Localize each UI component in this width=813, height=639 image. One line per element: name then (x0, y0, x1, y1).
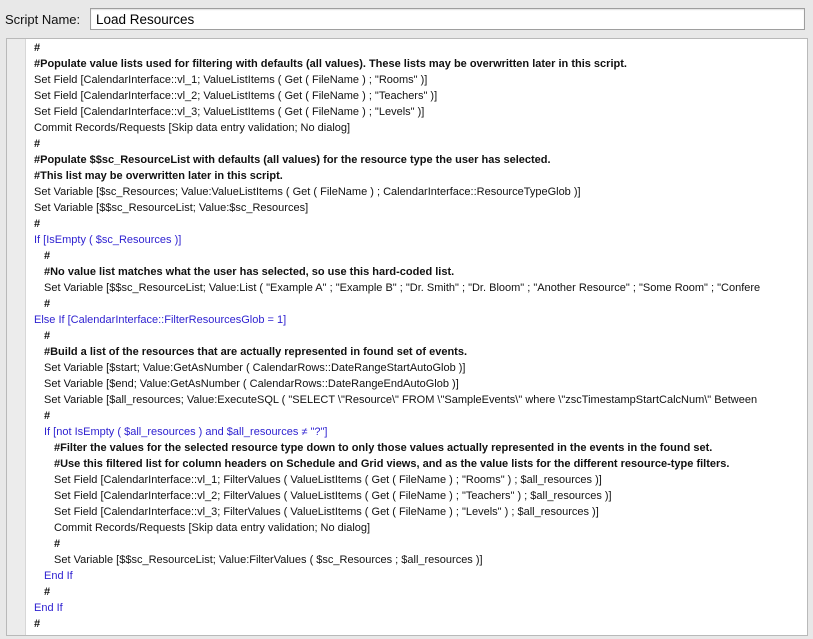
script-step-comment[interactable]: #This list may be overwritten later in t… (26, 168, 807, 184)
script-step-list: # #Populate value lists used for filterin… (26, 40, 807, 632)
script-step-comment[interactable]: # (26, 584, 807, 600)
script-step-step[interactable]: Set Field [CalendarInterface::vl_2; Filt… (26, 488, 807, 504)
script-step-comment[interactable]: #Filter the values for the selected reso… (26, 440, 807, 456)
script-step-step[interactable]: Set Field [CalendarInterface::vl_1; Valu… (26, 72, 807, 88)
script-step-comment[interactable]: # (26, 248, 807, 264)
script-step-step[interactable]: Set Field [CalendarInterface::vl_2; Valu… (26, 88, 807, 104)
script-step-step[interactable]: Set Variable [$$sc_ResourceList; Value:$… (26, 200, 807, 216)
script-step-comment[interactable]: #Build a list of the resources that are … (26, 344, 807, 360)
script-step-comment[interactable]: # (26, 536, 807, 552)
script-step-step[interactable]: Set Field [CalendarInterface::vl_3; Valu… (26, 104, 807, 120)
script-step-control[interactable]: End If (26, 568, 807, 584)
script-name-label: Script Name: (5, 12, 81, 27)
script-step-comment[interactable]: #No value list matches what the user has… (26, 264, 807, 280)
script-step-control[interactable]: If [IsEmpty ( $sc_Resources )] (26, 232, 807, 248)
script-step-comment[interactable]: # (26, 40, 807, 56)
script-step-step[interactable]: Set Field [CalendarInterface::vl_3; Filt… (26, 504, 807, 520)
script-step-step[interactable]: Set Variable [$sc_Resources; Value:Value… (26, 184, 807, 200)
script-step-comment[interactable]: #Populate value lists used for filtering… (26, 56, 807, 72)
script-step-comment[interactable]: # (26, 136, 807, 152)
script-step-control[interactable]: If [not IsEmpty ( $all_resources ) and $… (26, 424, 807, 440)
script-step-comment[interactable]: #Use this filtered list for column heade… (26, 456, 807, 472)
script-name-row: Script Name: (0, 0, 813, 38)
step-gutter (7, 39, 26, 635)
script-editor[interactable]: # #Populate value lists used for filterin… (26, 39, 807, 635)
script-step-comment[interactable]: #Populate $$sc_ResourceList with default… (26, 152, 807, 168)
script-step-comment[interactable]: # (26, 328, 807, 344)
script-step-comment[interactable]: # (26, 616, 807, 632)
script-step-step[interactable]: Set Variable [$$sc_ResourceList; Value:L… (26, 280, 807, 296)
script-step-control[interactable]: End If (26, 600, 807, 616)
script-step-step[interactable]: Set Variable [$all_resources; Value:Exec… (26, 392, 807, 408)
script-step-step[interactable]: Set Variable [$$sc_ResourceList; Value:F… (26, 552, 807, 568)
script-name-input[interactable] (90, 8, 805, 30)
script-step-step[interactable]: Set Field [CalendarInterface::vl_1; Filt… (26, 472, 807, 488)
script-step-step[interactable]: Commit Records/Requests [Skip data entry… (26, 520, 807, 536)
script-step-comment[interactable]: # (26, 408, 807, 424)
script-step-step[interactable]: Set Variable [$end; Value:GetAsNumber ( … (26, 376, 807, 392)
script-step-comment[interactable]: # (26, 296, 807, 312)
script-step-step[interactable]: Set Variable [$start; Value:GetAsNumber … (26, 360, 807, 376)
script-step-step[interactable]: Commit Records/Requests [Skip data entry… (26, 120, 807, 136)
script-step-control[interactable]: Else If [CalendarInterface::FilterResour… (26, 312, 807, 328)
script-step-comment[interactable]: # (26, 216, 807, 232)
script-steps-panel[interactable]: # #Populate value lists used for filterin… (6, 38, 808, 636)
